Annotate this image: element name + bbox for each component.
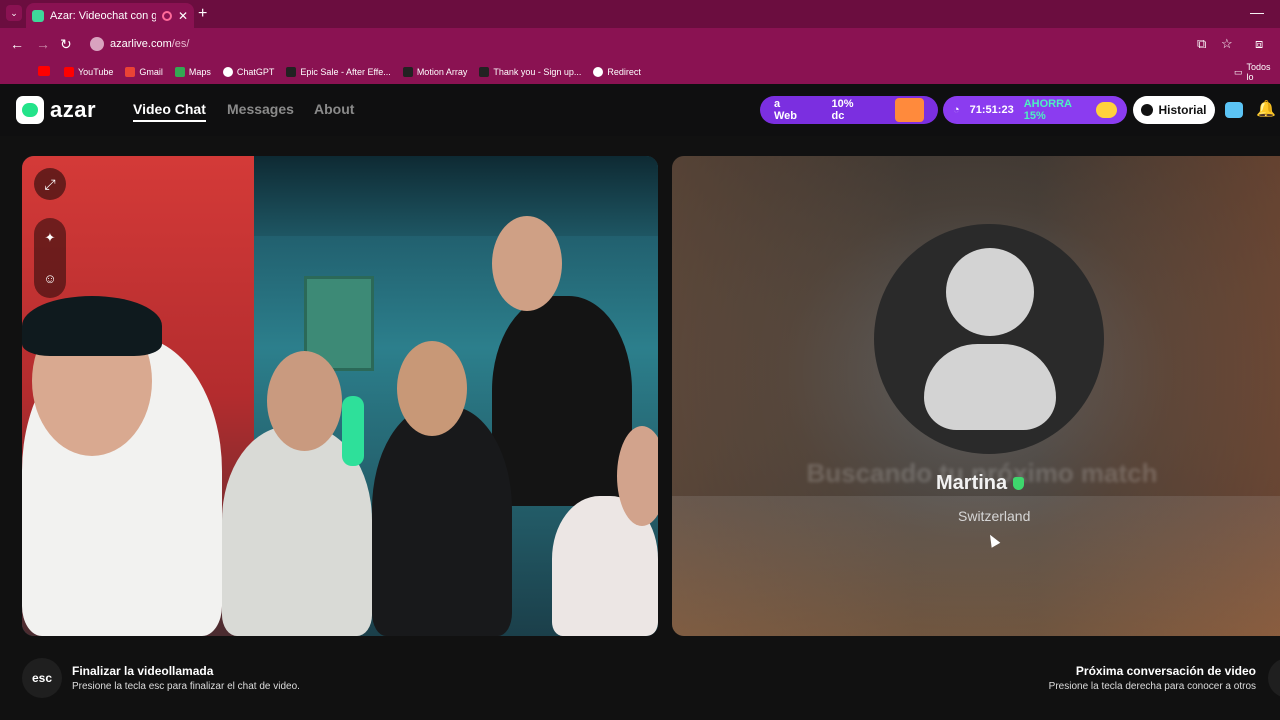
- next-chat-button[interactable]: [1268, 658, 1280, 698]
- banner-left-text: a Web: [774, 98, 798, 122]
- new-tab-button[interactable]: +: [198, 5, 207, 23]
- bookmark-maps[interactable]: Maps: [174, 67, 211, 77]
- match-country: Switzerland: [958, 508, 1031, 524]
- recording-indicator-icon: [161, 10, 172, 21]
- bookmark-redirect[interactable]: Redirect: [593, 67, 641, 77]
- minimize-window-icon[interactable]: —: [1250, 4, 1264, 20]
- epic-sale-icon: [286, 67, 297, 77]
- verified-shield-icon: [1013, 477, 1025, 490]
- chatgpt-icon: [222, 67, 233, 77]
- local-video-feed: ⤢ ✦ ☺: [22, 156, 658, 636]
- bookmark-epic-sale[interactable]: Epic Sale - After Effe...: [286, 67, 391, 77]
- url-field[interactable]: azarlive.com/es/: [84, 33, 199, 55]
- match-name: Martina: [936, 472, 1025, 495]
- url-path: /es/: [171, 38, 190, 50]
- clock-icon: ◔: [953, 104, 960, 116]
- end-call-button[interactable]: esc: [22, 658, 62, 698]
- video-effects-toolbar: ✦ ☺: [34, 218, 66, 298]
- notification-bell-icon[interactable]: 🔔: [1256, 99, 1276, 119]
- bookmark-youtube[interactable]: YouTube: [64, 67, 113, 77]
- bookmark-thank-you[interactable]: Thank you - Sign up...: [479, 67, 581, 77]
- bookmarks-bar: ▦ YouTube Gmail Maps ChatGPT Epic Sale -…: [0, 60, 1280, 137]
- video-ceiling: [254, 156, 658, 236]
- nav-video-chat[interactable]: Video Chat: [133, 101, 206, 122]
- folder-icon: ▭: [1234, 66, 1243, 77]
- gems-icon[interactable]: [1225, 102, 1243, 118]
- next-chat-hint: Presione la tecla derecha para conocer a…: [1048, 681, 1256, 692]
- signup-icon: [479, 67, 490, 77]
- azar-logo[interactable]: azar: [16, 96, 96, 124]
- next-chat-title: Próxima conversación de video: [1075, 664, 1256, 678]
- bookmark-star-icon[interactable]: ☆: [1221, 36, 1233, 52]
- person-front-cap: [22, 296, 162, 356]
- promo-savings-text: AHORRA 15%: [1023, 98, 1072, 122]
- url-host: azarlive.com: [110, 38, 172, 50]
- nav-about[interactable]: About: [314, 101, 354, 117]
- person-standing-head: [492, 216, 562, 311]
- bookmark-motion-array[interactable]: Motion Array: [402, 67, 467, 77]
- web-discount-banner[interactable]: a Web 10% dc: [760, 96, 938, 124]
- address-bar-row: ← → ↻ azarlive.com/es/ ⧉ ☆ ⧈: [0, 28, 1280, 60]
- browser-tab-strip: ⌄ Azar: Videochat con gente r ✕ + —: [0, 0, 1280, 28]
- history-label: Historial: [1158, 103, 1207, 117]
- reload-icon[interactable]: ↻: [60, 36, 72, 53]
- coins-icon: [1096, 102, 1117, 118]
- nav-messages[interactable]: Messages: [227, 101, 294, 117]
- expand-video-icon[interactable]: ⤢: [34, 168, 66, 200]
- person-center-body: [372, 406, 512, 636]
- face-filter-icon[interactable]: ☺: [43, 271, 56, 286]
- history-clock-icon: [1141, 104, 1154, 116]
- tab-title: Azar: Videochat con gente r: [50, 9, 156, 22]
- person-center-head: [397, 341, 467, 436]
- default-avatar-icon: [874, 224, 1104, 454]
- logo-text: azar: [50, 97, 97, 122]
- history-button[interactable]: Historial: [1133, 96, 1215, 124]
- browser-tab[interactable]: Azar: Videochat con gente r ✕: [26, 3, 194, 28]
- end-call-title: Finalizar la videollamada: [72, 664, 214, 678]
- youtube-icon: [64, 67, 74, 77]
- youtube-shortcut-icon[interactable]: [38, 66, 50, 76]
- all-bookmarks-folder[interactable]: ▭ Todos lo: [1234, 60, 1280, 84]
- maps-icon: [174, 67, 185, 77]
- end-call-hint: Presione la tecla esc para finalizar el …: [72, 681, 300, 692]
- promo-timer: 71:51:23: [969, 104, 1014, 116]
- bookmark-chatgpt[interactable]: ChatGPT: [222, 67, 274, 77]
- remote-video-panel: Buscando tu próximo match Martina Switze…: [672, 156, 1280, 636]
- azar-logo-icon: [16, 96, 44, 124]
- magic-wand-icon[interactable]: ✦: [45, 230, 56, 246]
- back-icon[interactable]: ←: [10, 36, 24, 52]
- microphone-shape: [342, 396, 364, 466]
- install-app-icon[interactable]: ⧉: [1197, 36, 1206, 52]
- gift-icon: [894, 98, 924, 122]
- banner-right-text: 10% dc: [831, 98, 854, 122]
- azar-favicon-icon: [32, 9, 44, 22]
- bookmark-gmail[interactable]: Gmail: [125, 67, 163, 77]
- site-header: azar Video Chat Messages About a Web 10%…: [0, 84, 1280, 136]
- tab-search-dropdown-icon[interactable]: ⌄: [6, 5, 22, 21]
- avatar-head: [946, 248, 1034, 336]
- promo-timer-banner[interactable]: ◔ 71:51:23 AHORRA 15%: [943, 96, 1127, 124]
- site-info-icon[interactable]: [90, 37, 104, 51]
- globe-icon: [593, 67, 604, 77]
- person-standing-body: [492, 296, 632, 506]
- gmail-icon: [125, 67, 136, 77]
- forward-icon[interactable]: →: [36, 36, 50, 52]
- bookmark-list: YouTube Gmail Maps ChatGPT Epic Sale - A…: [64, 60, 653, 84]
- avatar-body: [924, 344, 1056, 430]
- close-tab-icon[interactable]: ✕: [178, 9, 188, 23]
- person-left-center-head: [267, 351, 342, 451]
- extensions-icon[interactable]: ⧈: [1255, 36, 1263, 52]
- motion-array-icon: [402, 67, 413, 77]
